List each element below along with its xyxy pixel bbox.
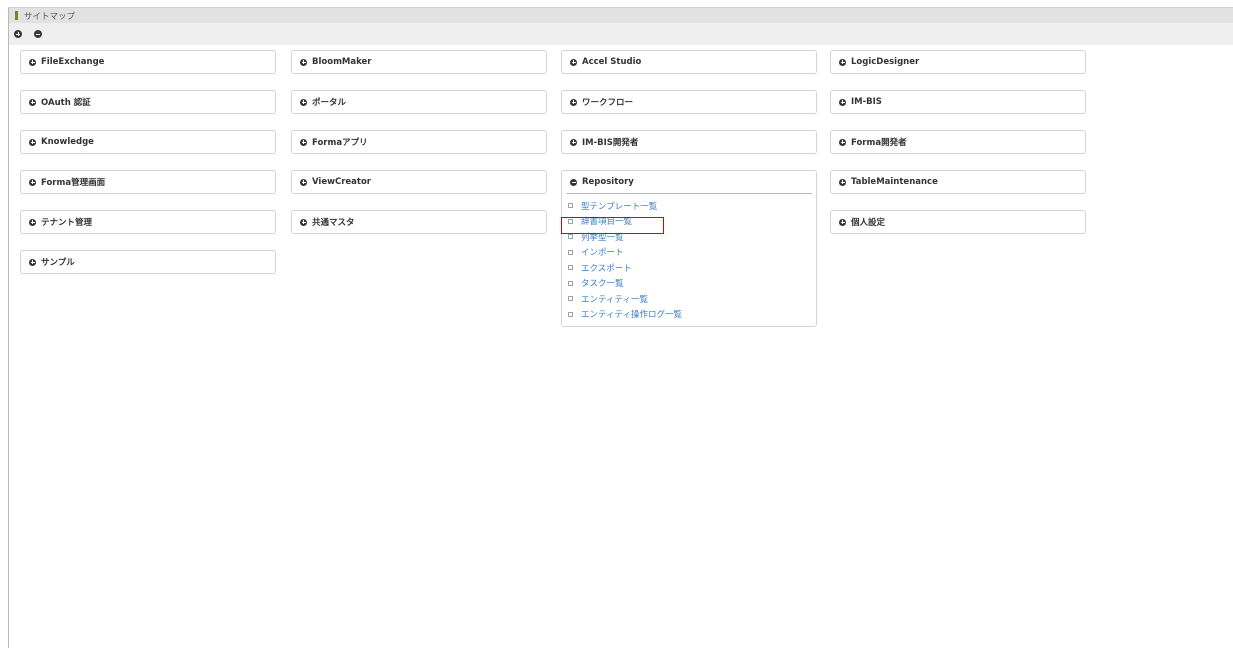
menu-item-label: エンティティ操作ログ一覧	[581, 310, 682, 321]
card-bloommaker[interactable]: BloomMaker	[291, 50, 547, 74]
expand-icon	[570, 138, 577, 146]
card-forma-app[interactable]: Formaアプリ	[291, 130, 547, 154]
card-forma-developer[interactable]: Forma開発者	[830, 130, 1086, 154]
menu-item-label: インポート	[581, 248, 624, 259]
expand-icon	[29, 58, 36, 66]
expand-icon	[570, 58, 577, 66]
expand-icon	[29, 258, 36, 266]
menu-item-label: 列挙型一覧	[581, 232, 624, 243]
bullet-icon	[568, 311, 573, 317]
title-marker-icon	[15, 11, 18, 20]
card-label: OAuth 認証	[41, 98, 91, 108]
card-tenant-admin[interactable]: テナント管理	[20, 210, 276, 234]
expand-icon	[839, 98, 846, 106]
menu-item-label: 辞書項目一覧	[581, 217, 633, 228]
card-label: テナント管理	[41, 218, 93, 228]
sitemap-column-4: LogicDesigner IM-BIS Forma開発者 TableMaint…	[830, 50, 1086, 250]
menu-item-label: エンティティ一覧	[581, 294, 648, 305]
menu-item-export[interactable]: エクスポート	[568, 260, 816, 276]
card-label: ワークフロー	[582, 98, 634, 108]
repository-header[interactable]: Repository	[566, 171, 812, 194]
card-label: 共通マスタ	[312, 218, 355, 228]
expand-icon	[839, 138, 846, 146]
expand-icon	[839, 218, 846, 226]
expand-icon	[29, 178, 36, 186]
card-label: FileExchange	[41, 57, 105, 67]
card-forma-admin[interactable]: Forma管理画面	[20, 170, 276, 194]
menu-item-type-template-list[interactable]: 型テンプレート一覧	[568, 198, 816, 214]
card-im-bis[interactable]: IM-BIS	[830, 90, 1086, 114]
card-label: Formaアプリ	[312, 138, 368, 148]
menu-item-label: エクスポート	[581, 263, 632, 274]
card-label: TableMaintenance	[851, 177, 938, 187]
bullet-icon	[568, 280, 573, 286]
menu-item-enum-list[interactable]: 列挙型一覧	[568, 229, 816, 245]
card-im-bis-developer[interactable]: IM-BIS開発者	[561, 130, 817, 154]
card-sample[interactable]: サンプル	[20, 250, 276, 274]
expand-icon	[300, 218, 307, 226]
card-common-master[interactable]: 共通マスタ	[291, 210, 547, 234]
window-title: サイトマップ	[24, 11, 76, 22]
card-portal[interactable]: ポータル	[291, 90, 547, 114]
card-workflow[interactable]: ワークフロー	[561, 90, 817, 114]
card-label: サンプル	[41, 258, 75, 268]
card-label: Forma管理画面	[41, 178, 106, 188]
expand-icon	[29, 138, 36, 146]
card-label: ViewCreator	[312, 177, 371, 187]
card-fileexchange[interactable]: FileExchange	[20, 50, 276, 74]
expand-icon	[570, 98, 577, 106]
expand-icon	[839, 58, 846, 66]
card-label: Forma開発者	[851, 138, 907, 148]
card-label: IM-BIS	[851, 97, 882, 107]
card-logicdesigner[interactable]: LogicDesigner	[830, 50, 1086, 74]
menu-item-dictionary-item-list[interactable]: 辞書項目一覧	[568, 214, 816, 230]
collapse-all-icon[interactable]	[34, 30, 42, 38]
menu-item-label: 型テンプレート一覧	[581, 201, 658, 212]
card-personal-settings[interactable]: 個人設定	[830, 210, 1086, 234]
expand-icon	[29, 218, 36, 226]
card-oauth[interactable]: OAuth 認証	[20, 90, 276, 114]
bullet-icon	[568, 234, 573, 240]
card-label: 個人設定	[851, 218, 886, 228]
card-repository: Repository 型テンプレート一覧 辞書項目一覧 列挙型一覧 インポート …	[561, 170, 817, 327]
card-accel-studio[interactable]: Accel Studio	[561, 50, 817, 74]
repository-menu: 型テンプレート一覧 辞書項目一覧 列挙型一覧 インポート エクスポート タスク一…	[562, 194, 816, 326]
menu-item-import[interactable]: インポート	[568, 245, 816, 261]
bullet-icon	[568, 296, 573, 302]
expand-icon	[300, 138, 307, 146]
menu-item-task-list[interactable]: タスク一覧	[568, 276, 816, 292]
menu-item-entity-log-list[interactable]: エンティティ操作ログ一覧	[568, 307, 816, 323]
card-viewcreator[interactable]: ViewCreator	[291, 170, 547, 194]
expand-icon	[300, 98, 307, 106]
bullet-icon	[568, 249, 573, 255]
menu-item-label: タスク一覧	[581, 279, 624, 290]
card-label: ポータル	[312, 98, 347, 108]
sitemap-column-3: Accel Studio ワークフロー IM-BIS開発者 Repository…	[561, 50, 817, 343]
card-tablemaintenance[interactable]: TableMaintenance	[830, 170, 1086, 194]
card-knowledge[interactable]: Knowledge	[20, 130, 276, 154]
sitemap-column-2: BloomMaker ポータル Formaアプリ ViewCreator 共通マ…	[291, 50, 547, 250]
collapse-icon	[570, 178, 577, 186]
sitemap-column-1: FileExchange OAuth 認証 Knowledge Forma管理画…	[20, 50, 276, 290]
expand-icon	[300, 178, 307, 186]
bullet-icon	[568, 265, 573, 271]
bullet-icon	[568, 218, 573, 224]
expand-icon	[29, 98, 36, 106]
toolbar	[9, 23, 1233, 45]
title-bar: サイトマップ	[9, 8, 1233, 23]
expand-icon	[839, 178, 846, 186]
menu-item-entity-list[interactable]: エンティティ一覧	[568, 291, 816, 307]
card-label: LogicDesigner	[851, 57, 920, 67]
card-label: BloomMaker	[312, 57, 372, 67]
bullet-icon	[568, 203, 573, 209]
card-label: IM-BIS開発者	[582, 138, 639, 148]
card-label: Repository	[582, 177, 634, 187]
expand-all-icon[interactable]	[14, 30, 22, 38]
card-label: Knowledge	[41, 137, 94, 147]
expand-icon	[300, 58, 307, 66]
card-label: Accel Studio	[582, 57, 642, 67]
